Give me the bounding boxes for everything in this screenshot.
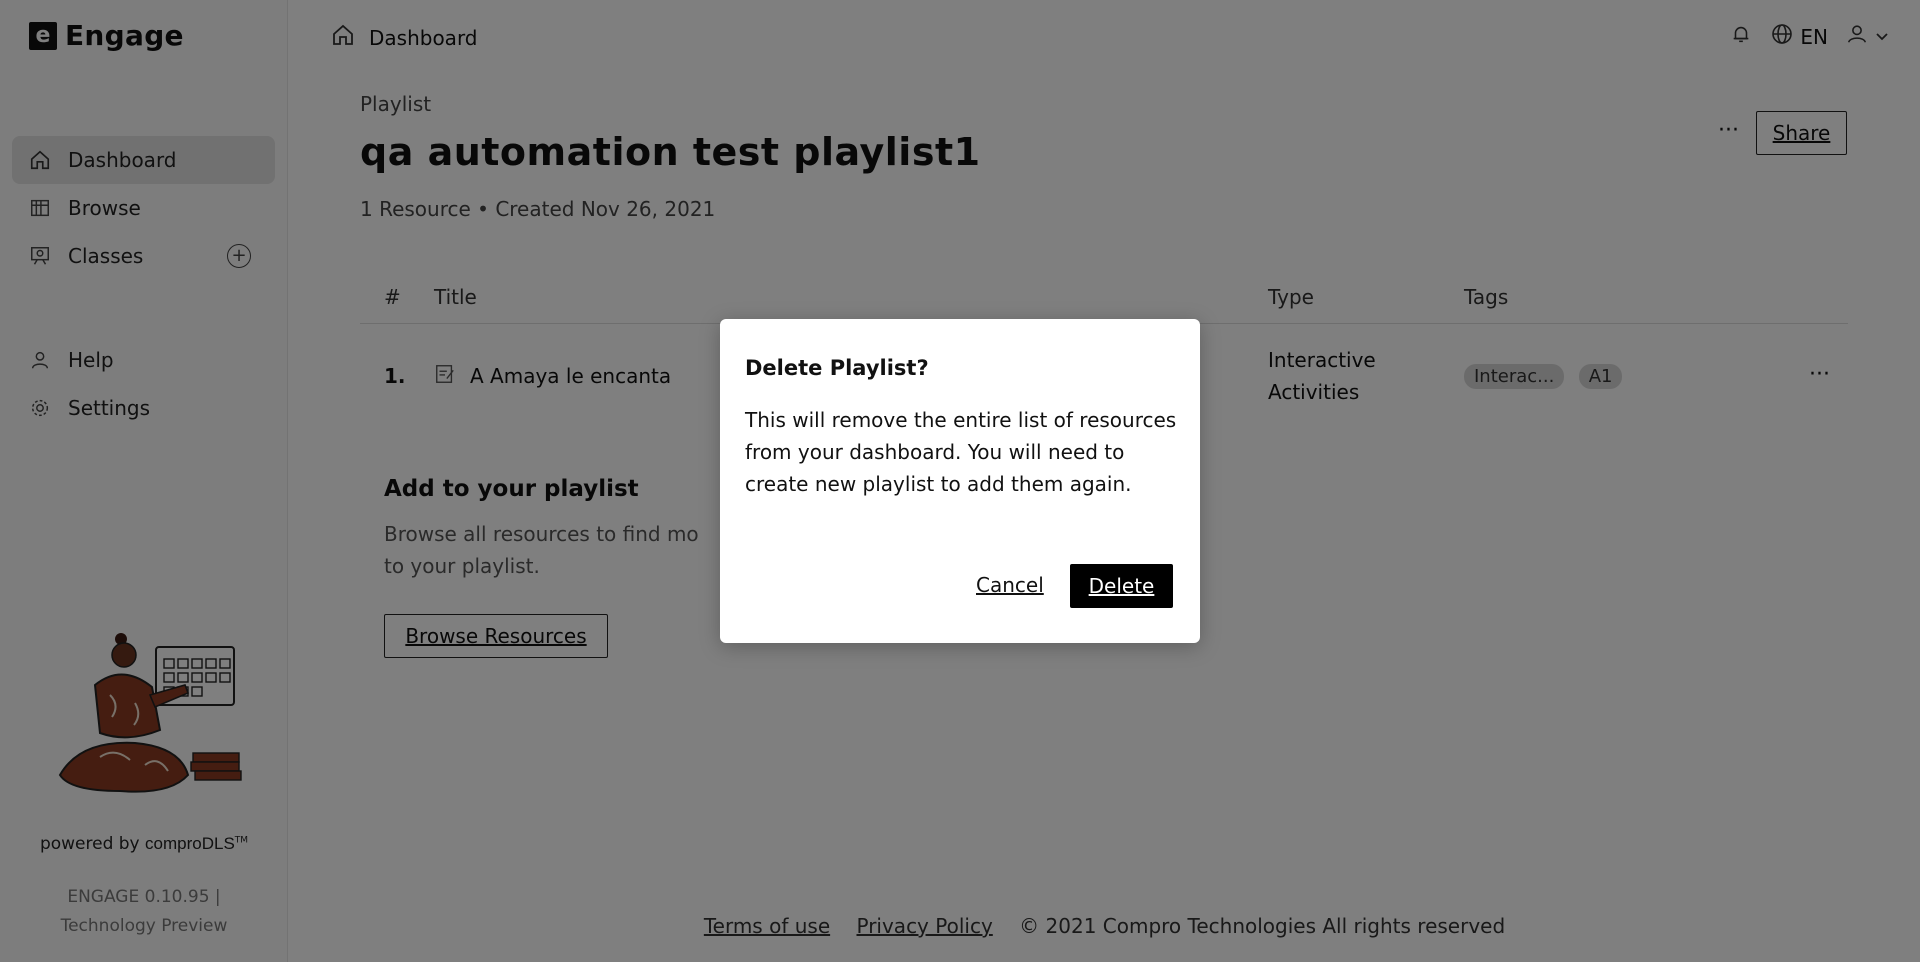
delete-playlist-dialog: Delete Playlist? This will remove the en… — [720, 319, 1200, 643]
delete-button[interactable]: Delete — [1070, 564, 1173, 608]
cancel-button[interactable]: Cancel — [976, 573, 1044, 597]
dialog-message: This will remove the entire list of reso… — [745, 408, 1177, 496]
dialog-title: Delete Playlist? — [745, 356, 929, 380]
